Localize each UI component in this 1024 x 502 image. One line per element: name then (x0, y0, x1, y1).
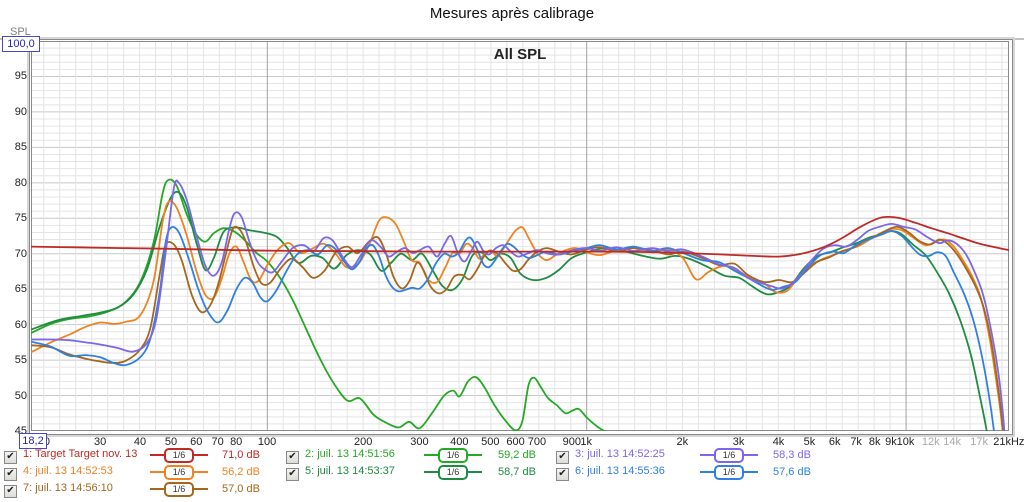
legend-row: ✔ 6: juil. 13 14:55:36 (556, 465, 665, 480)
legend-label: 1: Target Target nov. 13 (23, 448, 137, 460)
legend-row: ✔ 1: Target Target nov. 13 (4, 448, 137, 463)
trace-4 (31, 201, 1005, 431)
x-tick-label: 500 (481, 436, 499, 448)
y-tick-label: 60 (1, 319, 27, 331)
smoothing-badge: 1/6 (164, 448, 194, 463)
legend-label: 7: juil. 13 14:56:10 (23, 482, 113, 494)
x-tick-label: 1k (580, 436, 592, 448)
x-axis-min-input[interactable]: 18,2 (19, 433, 47, 449)
x-tick-label: 80 (230, 436, 242, 448)
smoothing-control[interactable]: 1/6 (424, 465, 482, 480)
smoothing-badge: 1/6 (438, 465, 468, 480)
smoothing-control[interactable]: 1/6 (424, 448, 482, 463)
legend-checkbox[interactable]: ✔ (4, 451, 17, 464)
rew-spl-window: Mesures après calibrage All SPL SPL 100,… (0, 0, 1024, 502)
y-tick-label: 90 (1, 106, 27, 118)
trace-6 (31, 227, 997, 431)
y-tick-label: 85 (1, 141, 27, 153)
smoothing-badge: 1/6 (164, 482, 194, 497)
x-tick-label: 200 (354, 436, 372, 448)
legend-row: ✔ 7: juil. 13 14:56:10 (4, 482, 113, 497)
legend-value: 58,3 dB (773, 449, 811, 461)
legend-row: ✔ 3: juil. 13 14:52:25 (556, 448, 665, 463)
y-axis-max-input[interactable]: 100,0 (2, 36, 40, 52)
smoothing-badge: 1/6 (714, 465, 744, 480)
legend-value: 57,6 dB (773, 466, 811, 478)
x-tick-label: 21kHz (993, 436, 1024, 448)
legend-checkbox[interactable]: ✔ (556, 468, 569, 481)
x-tick-label: 60 (190, 436, 202, 448)
smoothing-badge: 1/6 (438, 448, 468, 463)
x-tick-label: 4k (773, 436, 785, 448)
x-tick-label: 7k (850, 436, 862, 448)
x-tick-label: 6k (829, 436, 841, 448)
legend-row: ✔ 5: juil. 13 14:53:37 (286, 465, 395, 480)
legend-label: 4: juil. 13 14:52:53 (23, 465, 113, 477)
smoothing-control[interactable]: 1/6 (150, 465, 208, 480)
x-tick-label: 14k (943, 436, 961, 448)
smoothing-control[interactable]: 1/6 (150, 482, 208, 497)
x-tick-label: 3k (733, 436, 745, 448)
x-tick-label: 9k (885, 436, 897, 448)
x-tick-label: 900 (563, 436, 581, 448)
x-tick-label: 50 (165, 436, 177, 448)
legend-value: 58,7 dB (498, 466, 536, 478)
legend-value: 71,0 dB (222, 449, 260, 461)
legend-label: 2: juil. 13 14:51:56 (305, 448, 395, 460)
spl-plot-area[interactable] (31, 41, 1009, 431)
y-tick-label: 75 (1, 212, 27, 224)
smoothing-badge: 1/6 (164, 465, 194, 480)
x-tick-label: 10k (897, 436, 915, 448)
y-tick-label: 95 (1, 70, 27, 82)
x-tick-label: 17k (970, 436, 988, 448)
x-tick-label: 12k (922, 436, 940, 448)
x-tick-label: 600 (506, 436, 524, 448)
legend-checkbox[interactable]: ✔ (286, 451, 299, 464)
y-tick-label: 70 (1, 248, 27, 260)
x-tick-label: 300 (410, 436, 428, 448)
legend-row: ✔ 2: juil. 13 14:51:56 (286, 448, 395, 463)
x-tick-label: 700 (528, 436, 546, 448)
legend-checkbox[interactable]: ✔ (556, 451, 569, 464)
legend-checkbox[interactable]: ✔ (286, 468, 299, 481)
y-tick-label: 65 (1, 283, 27, 295)
x-tick-label: 70 (212, 436, 224, 448)
smoothing-control[interactable]: 1/6 (700, 448, 758, 463)
x-tick-label: 100 (258, 436, 276, 448)
smoothing-control[interactable]: 1/6 (150, 448, 208, 463)
page-title: Mesures après calibrage (0, 5, 1024, 22)
y-tick-label: 80 (1, 177, 27, 189)
legend: ✔ 1: Target Target nov. 13 1/6 71,0 dB ✔ 4: j… (0, 448, 1024, 502)
legend-value: 57,0 dB (222, 483, 260, 495)
legend-checkbox[interactable]: ✔ (4, 468, 17, 481)
legend-label: 6: juil. 13 14:55:36 (575, 465, 665, 477)
legend-value: 59,2 dB (498, 449, 536, 461)
y-tick-label: 55 (1, 354, 27, 366)
x-tick-label: 8k (869, 436, 881, 448)
legend-label: 3: juil. 13 14:52:25 (575, 448, 665, 460)
x-tick-label: 40 (134, 436, 146, 448)
y-tick-label: 50 (1, 390, 27, 402)
smoothing-badge: 1/6 (714, 448, 744, 463)
legend-label: 5: juil. 13 14:53:37 (305, 465, 395, 477)
legend-value: 56,2 dB (222, 466, 260, 478)
smoothing-control[interactable]: 1/6 (700, 465, 758, 480)
legend-checkbox[interactable]: ✔ (4, 485, 17, 498)
x-tick-label: 400 (450, 436, 468, 448)
x-tick-label: 2k (677, 436, 689, 448)
x-tick-label: 30 (94, 436, 106, 448)
legend-row: ✔ 4: juil. 13 14:52:53 (4, 465, 113, 480)
x-tick-label: 5k (804, 436, 816, 448)
graph-title: All SPL (31, 46, 1009, 63)
trace-2 (31, 180, 617, 431)
